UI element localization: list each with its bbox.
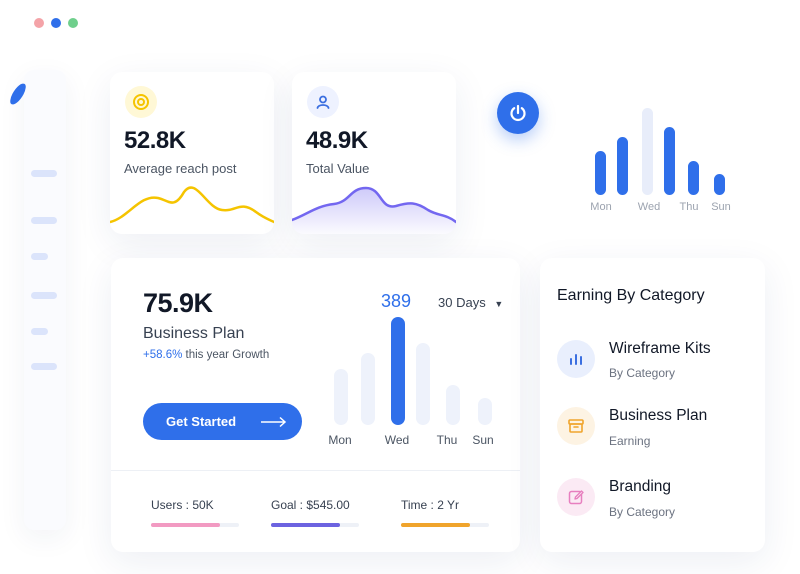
sidebar-item[interactable] — [31, 363, 57, 370]
weekly-bar — [595, 151, 606, 195]
goal-progress — [271, 523, 359, 527]
category-name[interactable]: Business Plan — [609, 407, 707, 425]
growth-percent: +58.6% — [143, 349, 183, 361]
bp-bar — [446, 385, 460, 425]
stat-value: 52.8K — [124, 127, 186, 154]
category-sub: Earning — [609, 434, 651, 448]
stat-label: Average reach post — [124, 161, 237, 176]
category-name[interactable]: Wireframe Kits — [609, 340, 711, 358]
bp-bar — [361, 353, 375, 425]
close-dot[interactable] — [34, 18, 44, 28]
arrow-right-icon — [261, 416, 287, 428]
weekly-day-label: Mon — [590, 201, 612, 213]
power-button[interactable] — [497, 92, 539, 134]
get-started-label: Get Started — [166, 414, 237, 429]
bp-day-label: Mon — [328, 433, 352, 447]
weekly-bar — [642, 108, 653, 195]
target-icon — [125, 86, 157, 118]
sparkline — [292, 186, 456, 234]
chevron-down-icon: ▼ — [494, 299, 504, 309]
range-select[interactable]: 30 Days ▼ — [438, 295, 503, 310]
bp-bar — [334, 369, 348, 425]
weekly-day-label: Sun — [711, 201, 731, 213]
bar-chart-icon — [557, 340, 595, 378]
business-plan-title: Business Plan — [143, 325, 245, 342]
footer-stat-goal: Goal : $545.00 — [271, 498, 350, 512]
category-card-title: Earning By Category — [557, 287, 705, 304]
sidebar-item[interactable] — [31, 170, 57, 177]
sidebar-item[interactable] — [31, 217, 57, 224]
sidebar-item[interactable] — [31, 328, 48, 335]
stat-card-reach: 52.8K Average reach post — [110, 72, 274, 234]
weekly-bar — [714, 174, 725, 195]
stat-card-total-value: 48.9K Total Value — [292, 72, 456, 234]
category-sub: By Category — [609, 366, 676, 380]
bp-bar-highlight — [391, 317, 405, 425]
category-sub: By Category — [609, 505, 676, 519]
user-icon — [307, 86, 339, 118]
get-started-button[interactable]: Get Started — [143, 403, 302, 440]
maximize-dot[interactable] — [68, 18, 78, 28]
bp-bar — [478, 398, 492, 425]
weekly-bar — [688, 161, 699, 195]
sidebar-item[interactable] — [31, 253, 48, 260]
bp-day-label: Wed — [384, 433, 410, 447]
growth-caption: this year Growth — [185, 349, 270, 361]
divider — [111, 470, 520, 471]
bp-bar — [416, 343, 430, 425]
business-plan-value: 75.9K — [143, 288, 213, 318]
sidebar-item[interactable] — [31, 292, 57, 299]
weekly-bar — [617, 137, 628, 195]
power-icon — [510, 104, 526, 122]
archive-box-icon — [557, 407, 595, 445]
edit-pencil-icon — [557, 478, 595, 516]
footer-stat-time: Time : 2 Yr — [401, 498, 460, 512]
bp-day-label: Sun — [472, 433, 494, 447]
range-select-value: 30 Days — [438, 295, 486, 310]
minimize-dot[interactable] — [51, 18, 61, 28]
weekly-day-label: Wed — [637, 201, 661, 213]
bp-day-label: Thu — [436, 433, 458, 447]
growth-text: +58.6% this year Growth — [143, 349, 269, 361]
footer-stat-users: Users : 50K — [151, 498, 214, 512]
category-name[interactable]: Branding — [609, 478, 671, 496]
users-progress — [151, 523, 239, 527]
sparkline — [110, 186, 274, 224]
stat-label: Total Value — [306, 161, 370, 176]
time-progress — [401, 523, 489, 527]
sidebar — [24, 70, 66, 530]
window-controls — [34, 18, 78, 28]
weekly-bar — [664, 127, 675, 195]
stat-value: 48.9K — [306, 127, 368, 154]
peak-value: 389 — [381, 291, 412, 311]
